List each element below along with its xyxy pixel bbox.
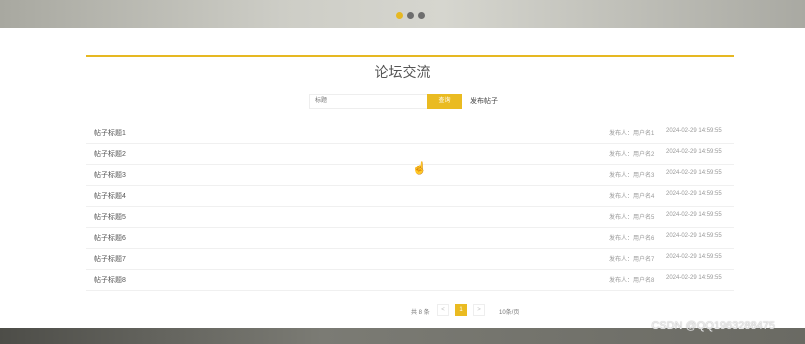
post-author: 发布人：用户名7 <box>609 257 655 263</box>
post-author: 发布人：用户名8 <box>609 278 655 284</box>
post-date: 2024-02-29 14:59:55 <box>666 275 722 281</box>
post-title[interactable]: 帖子标题7 <box>94 254 126 264</box>
post-author: 发布人：用户名5 <box>609 215 655 221</box>
carousel-dot[interactable] <box>418 12 425 19</box>
post-title[interactable]: 帖子标题8 <box>94 275 126 285</box>
post-title[interactable]: 帖子标题6 <box>94 233 126 243</box>
carousel-dot[interactable] <box>407 12 414 19</box>
mouse-cursor-icon: ☝ <box>412 161 427 175</box>
next-page-button[interactable]: > <box>473 304 485 316</box>
post-date: 2024-02-29 14:59:55 <box>666 128 722 134</box>
post-date: 2024-02-29 14:59:55 <box>666 170 722 176</box>
forum-page: 论坛交流 查询 发布帖子 帖子标题1 发布人：用户名1 2024-02-29 1… <box>0 28 805 328</box>
page-number-button[interactable]: 1 <box>455 304 467 316</box>
query-button[interactable]: 查询 <box>427 94 462 109</box>
post-button[interactable]: 发布帖子 <box>470 94 498 109</box>
post-row[interactable]: 帖子标题2 发布人：用户名2 2024-02-29 14:59:55 <box>86 143 734 165</box>
post-title[interactable]: 帖子标题4 <box>94 191 126 201</box>
page-title: 论坛交流 <box>374 64 431 80</box>
title-divider <box>86 55 734 57</box>
post-date: 2024-02-29 14:59:55 <box>666 149 722 155</box>
page-size-select[interactable]: 10条/页 <box>499 307 519 316</box>
post-row[interactable]: 帖子标题5 发布人：用户名5 2024-02-29 14:59:55 <box>86 206 734 228</box>
post-author: 发布人：用户名1 <box>609 131 655 137</box>
post-date: 2024-02-29 14:59:55 <box>666 254 722 260</box>
carousel-dots <box>396 12 425 19</box>
post-row[interactable]: 帖子标题1 发布人：用户名1 2024-02-29 14:59:55 <box>86 122 734 144</box>
post-title[interactable]: 帖子标题1 <box>94 128 126 138</box>
post-title[interactable]: 帖子标题5 <box>94 212 126 222</box>
post-row[interactable]: 帖子标题4 发布人：用户名4 2024-02-29 14:59:55 <box>86 185 734 207</box>
post-row[interactable]: 帖子标题6 发布人：用户名6 2024-02-29 14:59:55 <box>86 227 734 249</box>
top-banner <box>0 0 805 28</box>
post-row[interactable]: 帖子标题3 发布人：用户名3 2024-02-29 14:59:55 <box>86 164 734 186</box>
post-title[interactable]: 帖子标题3 <box>94 170 126 180</box>
search-input[interactable] <box>309 94 427 109</box>
post-row[interactable]: 帖子标题8 发布人：用户名8 2024-02-29 14:59:55 <box>86 269 734 291</box>
carousel-dot[interactable] <box>396 12 403 19</box>
watermark: CSDN @QQ1963288475 <box>651 320 775 332</box>
post-author: 发布人：用户名4 <box>609 194 655 200</box>
pagination: 共 8 条 < 1 > 10条/页 <box>0 304 805 316</box>
post-date: 2024-02-29 14:59:55 <box>666 212 722 218</box>
post-date: 2024-02-29 14:59:55 <box>666 233 722 239</box>
post-row[interactable]: 帖子标题7 发布人：用户名7 2024-02-29 14:59:55 <box>86 248 734 270</box>
post-author: 发布人：用户名6 <box>609 236 655 242</box>
pagination-total: 共 8 条 <box>411 310 430 316</box>
post-author: 发布人：用户名3 <box>609 173 655 179</box>
prev-page-button[interactable]: < <box>437 304 449 316</box>
post-title[interactable]: 帖子标题2 <box>94 149 126 159</box>
post-author: 发布人：用户名2 <box>609 152 655 158</box>
post-date: 2024-02-29 14:59:55 <box>666 191 722 197</box>
